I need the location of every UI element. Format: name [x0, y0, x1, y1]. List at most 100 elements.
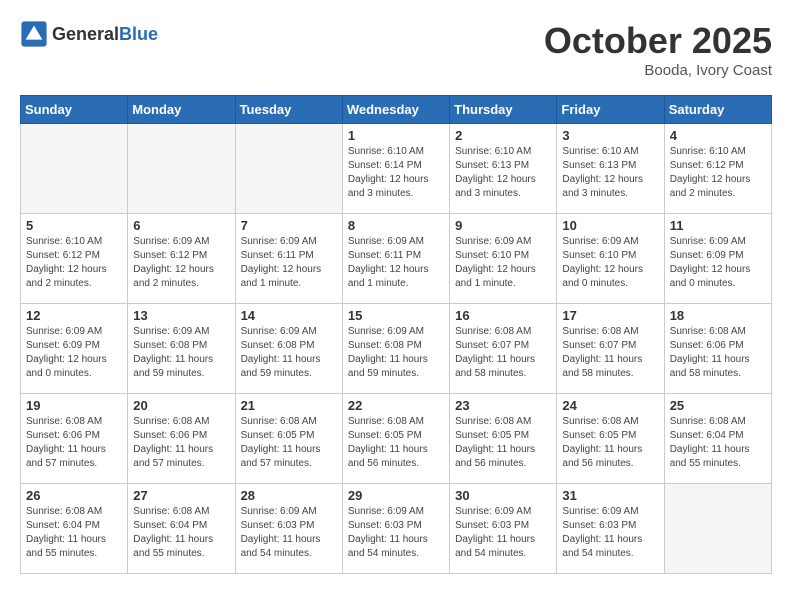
- day-number: 28: [241, 488, 337, 503]
- calendar-cell: 31 Sunrise: 6:09 AM Sunset: 6:03 PM Dayli…: [557, 484, 664, 574]
- weekday-header-friday: Friday: [557, 96, 664, 124]
- calendar-cell: [128, 124, 235, 214]
- day-info: Sunrise: 6:09 AM Sunset: 6:03 PM Dayligh…: [348, 505, 444, 561]
- day-number: 10: [562, 218, 658, 233]
- logo-general: General: [52, 24, 119, 44]
- location: Booda, Ivory Coast: [544, 62, 772, 79]
- day-info: Sunrise: 6:08 AM Sunset: 6:06 PM Dayligh…: [133, 415, 229, 471]
- day-number: 3: [562, 128, 658, 143]
- day-info: Sunrise: 6:08 AM Sunset: 6:05 PM Dayligh…: [562, 415, 658, 471]
- day-number: 2: [455, 128, 551, 143]
- calendar-cell: 23 Sunrise: 6:08 AM Sunset: 6:05 PM Dayli…: [450, 394, 557, 484]
- calendar-cell: 9 Sunrise: 6:09 AM Sunset: 6:10 PM Daylig…: [450, 214, 557, 304]
- day-info: Sunrise: 6:10 AM Sunset: 6:13 PM Dayligh…: [562, 145, 658, 201]
- day-info: Sunrise: 6:09 AM Sunset: 6:09 PM Dayligh…: [670, 235, 766, 291]
- week-row-3: 12Sunrise: 6:09 AM Sunset: 6:09 PM Dayli…: [21, 304, 772, 394]
- calendar-cell: 6 Sunrise: 6:09 AM Sunset: 6:12 PM Daylig…: [128, 214, 235, 304]
- weekday-header-monday: Monday: [128, 96, 235, 124]
- week-row-1: 1 Sunrise: 6:10 AM Sunset: 6:14 PM Daylig…: [21, 124, 772, 214]
- day-number: 5: [26, 218, 122, 233]
- calendar-cell: 20 Sunrise: 6:08 AM Sunset: 6:06 PM Dayli…: [128, 394, 235, 484]
- calendar-cell: 18 Sunrise: 6:08 AM Sunset: 6:06 PM Dayli…: [664, 304, 771, 394]
- weekday-header-wednesday: Wednesday: [342, 96, 449, 124]
- calendar-cell: 4 Sunrise: 6:10 AM Sunset: 6:12 PM Daylig…: [664, 124, 771, 214]
- calendar-cell: 29 Sunrise: 6:09 AM Sunset: 6:03 PM Dayli…: [342, 484, 449, 574]
- day-number: 20: [133, 398, 229, 413]
- calendar-cell: 17Sunrise: 6:08 AM Sunset: 6:07 PM Dayli…: [557, 304, 664, 394]
- day-info: Sunrise: 6:09 AM Sunset: 6:08 PM Dayligh…: [241, 325, 337, 381]
- week-row-4: 19Sunrise: 6:08 AM Sunset: 6:06 PM Dayli…: [21, 394, 772, 484]
- day-number: 26: [26, 488, 122, 503]
- day-info: Sunrise: 6:10 AM Sunset: 6:12 PM Dayligh…: [26, 235, 122, 291]
- calendar-cell: [235, 124, 342, 214]
- logo-icon: [20, 20, 48, 48]
- day-info: Sunrise: 6:10 AM Sunset: 6:13 PM Dayligh…: [455, 145, 551, 201]
- calendar-table: SundayMondayTuesdayWednesdayThursdayFrid…: [20, 95, 772, 574]
- calendar-cell: 2 Sunrise: 6:10 AM Sunset: 6:13 PM Daylig…: [450, 124, 557, 214]
- calendar-cell: 11 Sunrise: 6:09 AM Sunset: 6:09 PM Dayli…: [664, 214, 771, 304]
- day-info: Sunrise: 6:10 AM Sunset: 6:12 PM Dayligh…: [670, 145, 766, 201]
- day-number: 25: [670, 398, 766, 413]
- day-info: Sunrise: 6:09 AM Sunset: 6:11 PM Dayligh…: [348, 235, 444, 291]
- day-number: 6: [133, 218, 229, 233]
- day-number: 14: [241, 308, 337, 323]
- day-info: Sunrise: 6:08 AM Sunset: 6:05 PM Dayligh…: [455, 415, 551, 471]
- calendar-cell: 12Sunrise: 6:09 AM Sunset: 6:09 PM Dayli…: [21, 304, 128, 394]
- day-number: 13: [133, 308, 229, 323]
- calendar-cell: 1 Sunrise: 6:10 AM Sunset: 6:14 PM Daylig…: [342, 124, 449, 214]
- day-info: Sunrise: 6:08 AM Sunset: 6:06 PM Dayligh…: [26, 415, 122, 471]
- day-info: Sunrise: 6:09 AM Sunset: 6:08 PM Dayligh…: [133, 325, 229, 381]
- day-info: Sunrise: 6:08 AM Sunset: 6:04 PM Dayligh…: [26, 505, 122, 561]
- calendar-cell: 10Sunrise: 6:09 AM Sunset: 6:10 PM Dayli…: [557, 214, 664, 304]
- week-row-5: 26 Sunrise: 6:08 AM Sunset: 6:04 PM Dayli…: [21, 484, 772, 574]
- calendar-cell: [21, 124, 128, 214]
- day-number: 16: [455, 308, 551, 323]
- week-row-2: 5 Sunrise: 6:10 AM Sunset: 6:12 PM Daylig…: [21, 214, 772, 304]
- calendar-cell: 5 Sunrise: 6:10 AM Sunset: 6:12 PM Daylig…: [21, 214, 128, 304]
- logo: GeneralBlue: [20, 20, 158, 48]
- day-info: Sunrise: 6:09 AM Sunset: 6:03 PM Dayligh…: [455, 505, 551, 561]
- day-info: Sunrise: 6:08 AM Sunset: 6:07 PM Dayligh…: [455, 325, 551, 381]
- calendar-cell: 25Sunrise: 6:08 AM Sunset: 6:04 PM Dayli…: [664, 394, 771, 484]
- title-block: October 2025 Booda, Ivory Coast: [544, 20, 772, 79]
- day-info: Sunrise: 6:09 AM Sunset: 6:09 PM Dayligh…: [26, 325, 122, 381]
- day-number: 1: [348, 128, 444, 143]
- day-number: 22: [348, 398, 444, 413]
- day-info: Sunrise: 6:08 AM Sunset: 6:06 PM Dayligh…: [670, 325, 766, 381]
- calendar-cell: 15Sunrise: 6:09 AM Sunset: 6:08 PM Dayli…: [342, 304, 449, 394]
- day-number: 23: [455, 398, 551, 413]
- calendar-cell: 22Sunrise: 6:08 AM Sunset: 6:05 PM Dayli…: [342, 394, 449, 484]
- weekday-header-row: SundayMondayTuesdayWednesdayThursdayFrid…: [21, 96, 772, 124]
- day-info: Sunrise: 6:09 AM Sunset: 6:10 PM Dayligh…: [455, 235, 551, 291]
- calendar-cell: 3 Sunrise: 6:10 AM Sunset: 6:13 PM Daylig…: [557, 124, 664, 214]
- weekday-header-sunday: Sunday: [21, 96, 128, 124]
- day-info: Sunrise: 6:09 AM Sunset: 6:12 PM Dayligh…: [133, 235, 229, 291]
- day-number: 29: [348, 488, 444, 503]
- calendar-cell: 8 Sunrise: 6:09 AM Sunset: 6:11 PM Daylig…: [342, 214, 449, 304]
- day-number: 11: [670, 218, 766, 233]
- day-number: 31: [562, 488, 658, 503]
- calendar-cell: [664, 484, 771, 574]
- day-info: Sunrise: 6:08 AM Sunset: 6:04 PM Dayligh…: [133, 505, 229, 561]
- calendar-cell: 7Sunrise: 6:09 AM Sunset: 6:11 PM Daylig…: [235, 214, 342, 304]
- day-info: Sunrise: 6:09 AM Sunset: 6:03 PM Dayligh…: [241, 505, 337, 561]
- calendar-cell: 21 Sunrise: 6:08 AM Sunset: 6:05 PM Dayli…: [235, 394, 342, 484]
- calendar-cell: 30 Sunrise: 6:09 AM Sunset: 6:03 PM Dayli…: [450, 484, 557, 574]
- day-info: Sunrise: 6:08 AM Sunset: 6:05 PM Dayligh…: [241, 415, 337, 471]
- page-header: GeneralBlue October 2025 Booda, Ivory Co…: [20, 20, 772, 79]
- calendar-cell: 14 Sunrise: 6:09 AM Sunset: 6:08 PM Dayli…: [235, 304, 342, 394]
- day-number: 4: [670, 128, 766, 143]
- calendar-cell: 16 Sunrise: 6:08 AM Sunset: 6:07 PM Dayli…: [450, 304, 557, 394]
- day-info: Sunrise: 6:09 AM Sunset: 6:03 PM Dayligh…: [562, 505, 658, 561]
- day-number: 7: [241, 218, 337, 233]
- calendar-cell: 13 Sunrise: 6:09 AM Sunset: 6:08 PM Dayli…: [128, 304, 235, 394]
- day-number: 18: [670, 308, 766, 323]
- weekday-header-saturday: Saturday: [664, 96, 771, 124]
- weekday-header-tuesday: Tuesday: [235, 96, 342, 124]
- day-number: 9: [455, 218, 551, 233]
- day-number: 8: [348, 218, 444, 233]
- day-info: Sunrise: 6:10 AM Sunset: 6:14 PM Dayligh…: [348, 145, 444, 201]
- day-number: 21: [241, 398, 337, 413]
- day-number: 30: [455, 488, 551, 503]
- calendar-cell: 27Sunrise: 6:08 AM Sunset: 6:04 PM Dayli…: [128, 484, 235, 574]
